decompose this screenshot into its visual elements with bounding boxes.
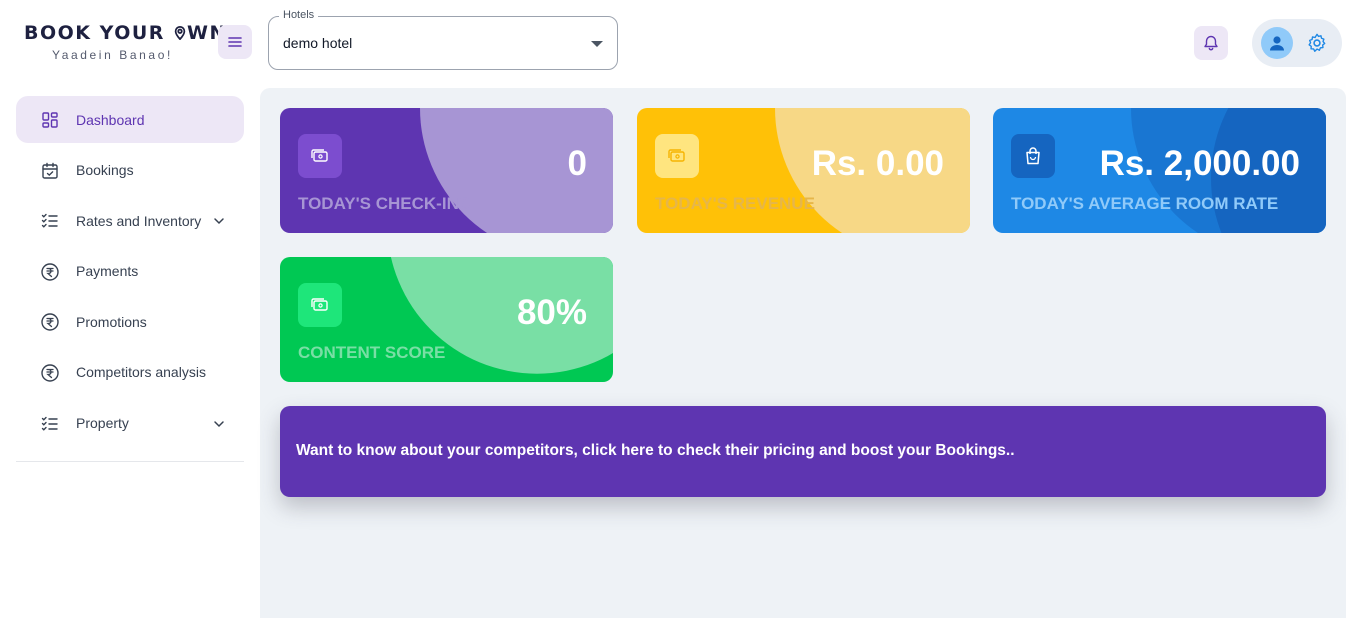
- brand-name-prefix: BOOK YOUR: [24, 22, 174, 44]
- brand-tagline: Yaadein Banao!: [52, 48, 173, 62]
- average-room-rate-value: Rs. 2,000.00: [1099, 144, 1300, 183]
- sidebar-item-dashboard[interactable]: Dashboard: [16, 96, 244, 143]
- notifications-button[interactable]: [1194, 26, 1228, 60]
- location-pin-icon: [174, 26, 186, 40]
- brand-logo[interactable]: BOOK YOUR WN Yaadein Banao!: [24, 22, 225, 62]
- sidebar-item-competitors-analysis[interactable]: Competitors analysis: [16, 349, 244, 396]
- rupee-icon: [41, 313, 59, 332]
- cash-icon: [298, 283, 342, 327]
- content-score-value: 80%: [516, 293, 587, 332]
- user-icon: [1270, 36, 1284, 51]
- avatar[interactable]: [1261, 27, 1293, 59]
- checklist-icon: [41, 416, 58, 431]
- check-ins-value: 0: [567, 144, 587, 183]
- menu-toggle-button[interactable]: [218, 25, 252, 59]
- sidebar-item-label: Rates and Inventory: [76, 212, 202, 229]
- hotel-select-label: Hotels: [279, 9, 319, 21]
- revenue-value: Rs. 0.00: [811, 144, 944, 183]
- cash-icon: [298, 134, 342, 178]
- competitors-banner[interactable]: Want to know about your competitors, cli…: [280, 406, 1326, 497]
- competitors-banner-text: Want to know about your competitors, cli…: [296, 442, 1015, 459]
- sidebar-item-label: Dashboard: [76, 111, 145, 128]
- bell-icon: [1204, 35, 1218, 51]
- card-todays-check-ins[interactable]: 0 TODAY'S CHECK-INS: [280, 108, 613, 233]
- profile-menu: [1252, 19, 1342, 67]
- sidebar-item-label: Payments: [76, 263, 139, 280]
- content-score-label: CONTENT SCORE: [298, 343, 446, 362]
- sidebar-item-promotions[interactable]: Promotions: [16, 298, 244, 345]
- rupee-icon: [41, 263, 59, 281]
- sidebar-item-bookings[interactable]: Bookings: [16, 147, 244, 194]
- sidebar-item-label: Competitors analysis: [76, 364, 206, 381]
- brand-name: BOOK YOUR WN: [24, 22, 225, 44]
- gear-icon[interactable]: [1306, 32, 1328, 54]
- chevron-down-icon: [214, 218, 224, 225]
- chevron-down-icon: [214, 420, 224, 427]
- checklist-icon: [41, 213, 58, 228]
- sidebar-divider: [16, 461, 244, 462]
- rupee-icon: [41, 364, 59, 382]
- shopping-bag-icon: [1011, 134, 1055, 178]
- cash-icon: [655, 134, 699, 178]
- sidebar: Dashboard Bookings Rates and Inventory P…: [16, 96, 244, 450]
- calendar-icon: [42, 162, 58, 179]
- card-todays-revenue[interactable]: Rs. 0.00 TODAY'S REVENUE: [637, 108, 970, 233]
- sidebar-item-payments[interactable]: Payments: [16, 248, 244, 295]
- sidebar-item-rates-and-inventory[interactable]: Rates and Inventory: [16, 197, 244, 244]
- hotel-select[interactable]: Hotels demo hotel: [268, 9, 618, 70]
- top-header: BOOK YOUR WN Yaadein Banao! Hotels demo …: [0, 0, 1366, 88]
- hamburger-icon: [228, 37, 242, 47]
- revenue-label: TODAY'S REVENUE: [655, 194, 815, 213]
- sidebar-item-label: Property: [76, 415, 129, 432]
- caret-down-icon: [591, 41, 603, 47]
- check-ins-label: TODAY'S CHECK-INS: [298, 194, 471, 213]
- main-content: 0 TODAY'S CHECK-INS Rs. 0.00 TODAY'S REV…: [260, 88, 1346, 618]
- card-todays-average-room-rate[interactable]: Rs. 2,000.00 TODAY'S AVERAGE ROOM RATE: [993, 108, 1326, 233]
- hotel-select-value: demo hotel: [283, 35, 353, 51]
- sidebar-item-property[interactable]: Property: [16, 400, 244, 447]
- sidebar-item-label: Promotions: [76, 313, 147, 330]
- card-content-score[interactable]: 80% CONTENT SCORE: [280, 257, 613, 382]
- average-room-rate-label: TODAY'S AVERAGE ROOM RATE: [1011, 194, 1279, 213]
- sidebar-item-label: Bookings: [76, 162, 134, 179]
- dashboard-icon: [42, 112, 58, 128]
